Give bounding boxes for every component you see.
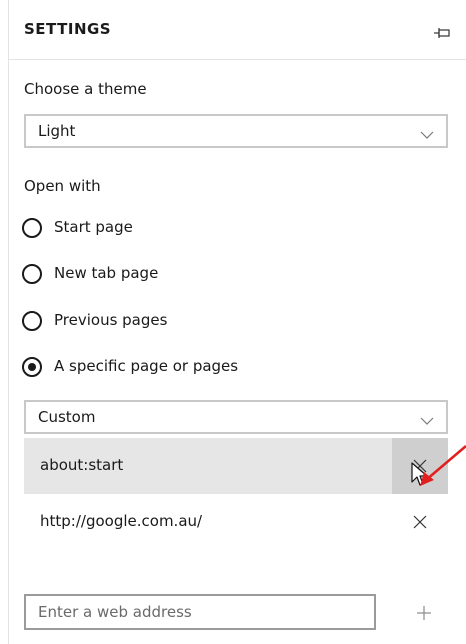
radio-button-selected[interactable] — [22, 357, 42, 377]
remove-page-button[interactable] — [392, 494, 448, 550]
radio-label: New tab page — [54, 264, 159, 282]
radio-start-page[interactable]: Start page — [22, 217, 402, 241]
plus-icon — [416, 605, 432, 621]
radio-label: A specific page or pages — [54, 357, 239, 375]
radio-previous-pages[interactable]: Previous pages — [22, 310, 402, 334]
radio-label: Start page — [54, 218, 133, 236]
radio-button[interactable] — [22, 218, 42, 238]
page-url: http://google.com.au/ — [40, 512, 203, 530]
page-list-item[interactable]: about:start — [24, 438, 448, 494]
chevron-down-icon — [420, 411, 434, 425]
theme-label: Choose a theme — [24, 80, 147, 98]
radio-label: Previous pages — [54, 311, 168, 329]
add-page-button[interactable] — [400, 596, 448, 630]
radio-selected-dot — [28, 363, 36, 371]
page-title: SETTINGS — [24, 20, 112, 38]
panel-left-border — [8, 0, 9, 644]
annotation-arrow-icon — [412, 444, 466, 490]
settings-header: SETTINGS — [24, 18, 458, 46]
radio-new-tab-page[interactable]: New tab page — [22, 263, 402, 287]
close-icon — [412, 514, 428, 530]
page-url: about:start — [40, 456, 124, 474]
theme-select-value: Light — [38, 122, 76, 140]
page-set-select[interactable]: Custom — [24, 400, 448, 434]
radio-button[interactable] — [22, 311, 42, 331]
radio-specific-pages[interactable]: A specific page or pages — [22, 356, 402, 380]
page-list-item[interactable]: http://google.com.au/ — [24, 494, 448, 550]
open-with-label: Open with — [24, 177, 101, 195]
pin-icon[interactable] — [434, 24, 450, 38]
radio-button[interactable] — [22, 264, 42, 284]
theme-select[interactable]: Light — [24, 114, 448, 148]
chevron-down-icon — [420, 125, 434, 139]
web-address-input[interactable] — [24, 594, 376, 630]
header-divider — [8, 59, 466, 60]
page-set-select-value: Custom — [38, 408, 96, 426]
